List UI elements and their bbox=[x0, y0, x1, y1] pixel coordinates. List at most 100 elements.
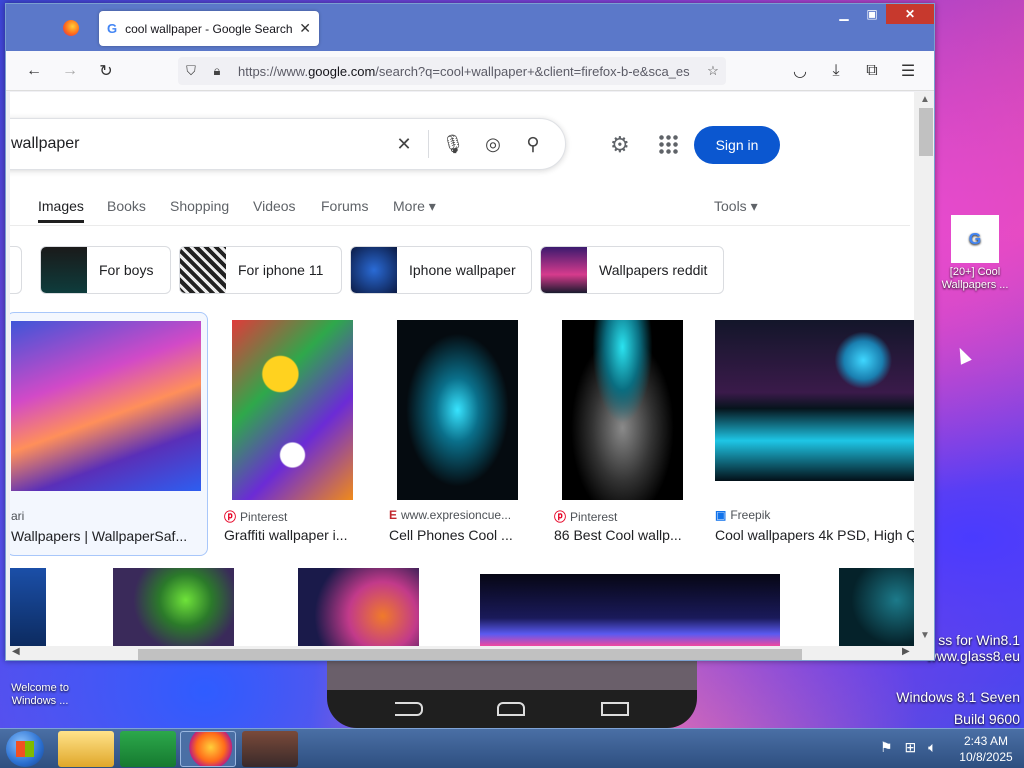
sign-in-button[interactable]: Sign in bbox=[694, 126, 780, 164]
clock[interactable]: 2:43 AM 10/8/2025 bbox=[954, 733, 1018, 765]
tab-bar: G cool wallpaper - Google Search ✕ ▁ ▣ ✕ bbox=[6, 4, 934, 51]
gear-icon[interactable]: ⚙ bbox=[610, 132, 630, 158]
result-source[interactable]: Ewww.expresioncue... bbox=[389, 508, 511, 522]
search-input[interactable]: wallpaper bbox=[11, 135, 384, 153]
tab-google-search[interactable]: G cool wallpaper - Google Search ✕ bbox=[99, 11, 319, 46]
url-text[interactable]: https://www.google.com/search?q=cool+wal… bbox=[230, 64, 700, 79]
nav-bar: ← → ↻ ⛉ 🔒︎ https://www.google.com/search… bbox=[6, 51, 934, 91]
lock-icon[interactable]: 🔒︎ bbox=[204, 63, 230, 79]
result-image[interactable] bbox=[113, 568, 234, 646]
pocket-icon[interactable]: ◡ bbox=[788, 59, 812, 83]
pinterest-icon: ⓟ bbox=[224, 510, 237, 524]
horizontal-scroll-thumb[interactable] bbox=[138, 649, 802, 660]
search-box[interactable]: wallpaper ✕ 🎙︎ ◎ ⚲ bbox=[10, 118, 566, 170]
result-source[interactable]: ⓟ Pinterest bbox=[224, 508, 287, 525]
scroll-left-icon[interactable]: ◀ bbox=[12, 646, 20, 657]
camera-search-icon[interactable]: ◎ bbox=[473, 134, 513, 155]
firefox-icon[interactable] bbox=[63, 20, 79, 36]
horizontal-scrollbar[interactable]: ◀ ▶ bbox=[6, 646, 934, 660]
pinterest-icon: ⓟ bbox=[554, 510, 567, 524]
network-icon[interactable]: ⊞ bbox=[904, 739, 916, 755]
result-caption[interactable]: Wallpapers | WallpaperSaf... bbox=[11, 528, 201, 544]
welcome-label: Welcome to Windows ... bbox=[11, 682, 69, 707]
clear-search-icon[interactable]: ✕ bbox=[384, 134, 424, 155]
result-image[interactable] bbox=[480, 574, 780, 646]
chip-for-boys[interactable]: For boys bbox=[40, 246, 171, 294]
welcome-shortcut[interactable]: Welcome to Windows ... bbox=[0, 682, 85, 708]
store-icon[interactable] bbox=[120, 731, 176, 767]
menu-icon[interactable]: ☰ bbox=[896, 59, 920, 83]
start-button[interactable] bbox=[6, 731, 44, 767]
url-bar[interactable]: ⛉ 🔒︎ https://www.google.com/search?q=coo… bbox=[178, 57, 726, 85]
chip-iphone-wallpaper[interactable]: Iphone wallpaper bbox=[350, 246, 532, 294]
chip-wallpapers-reddit[interactable]: Wallpapers reddit bbox=[540, 246, 724, 294]
desktop-shortcut[interactable]: G [20+] Cool Wallpapers ... bbox=[930, 215, 1020, 292]
home-nav-icon[interactable] bbox=[497, 702, 525, 716]
result-image[interactable] bbox=[10, 568, 46, 646]
chip-for-iphone-11[interactable]: For iphone 11 bbox=[179, 246, 342, 294]
tools-button[interactable]: Tools ▾ bbox=[714, 198, 758, 215]
result-image[interactable] bbox=[715, 320, 914, 481]
windows-logo-icon bbox=[16, 741, 34, 757]
image-result[interactable]: ari Wallpapers | WallpaperSaf... bbox=[10, 312, 208, 556]
flag-icon[interactable]: ⚑ bbox=[880, 739, 893, 755]
recents-nav-icon[interactable] bbox=[601, 702, 629, 716]
tab-more[interactable]: More ▾ bbox=[393, 198, 436, 215]
back-arrow-icon[interactable]: ← bbox=[22, 59, 46, 83]
back-nav-icon[interactable] bbox=[395, 702, 423, 716]
result-image[interactable] bbox=[839, 568, 914, 646]
close-window-button[interactable]: ✕ bbox=[886, 4, 934, 24]
extensions-icon[interactable]: ⧉ bbox=[860, 59, 884, 83]
tab-videos[interactable]: Videos bbox=[253, 198, 296, 214]
vertical-scroll-thumb[interactable] bbox=[919, 108, 933, 156]
result-caption[interactable]: 86 Best Cool wallp... bbox=[554, 527, 704, 543]
volume-muted-icon[interactable]: 🔈︎ bbox=[928, 739, 936, 755]
reload-icon[interactable]: ↻ bbox=[94, 59, 118, 83]
app-taskbar-icon[interactable] bbox=[242, 731, 298, 767]
result-image[interactable] bbox=[11, 321, 201, 491]
clock-date: 10/8/2025 bbox=[959, 750, 1013, 764]
microphone-icon[interactable]: 🎙︎ bbox=[433, 134, 473, 155]
shield-icon[interactable]: ⛉ bbox=[178, 63, 204, 79]
search-icon[interactable]: ⚲ bbox=[513, 134, 553, 155]
result-caption[interactable]: Cool wallpapers 4k PSD, High Q bbox=[715, 527, 914, 543]
firefox-taskbar-icon[interactable] bbox=[180, 731, 236, 767]
result-image[interactable] bbox=[298, 568, 419, 646]
bookmark-star-icon[interactable]: ☆ bbox=[700, 63, 726, 79]
scroll-right-icon[interactable]: ▶ bbox=[902, 646, 910, 657]
chip-thumbnail bbox=[41, 247, 87, 293]
chip-partial[interactable] bbox=[10, 246, 22, 294]
file-explorer-icon[interactable] bbox=[58, 731, 114, 767]
minimize-button[interactable]: ▁ bbox=[830, 4, 858, 24]
chip-thumbnail bbox=[180, 247, 226, 293]
result-source[interactable]: ▣ Freepik bbox=[715, 508, 770, 522]
scroll-down-icon[interactable]: ▼ bbox=[920, 630, 930, 641]
result-source[interactable]: ⓟ Pinterest bbox=[554, 508, 617, 525]
image-result[interactable]: Ewww.expresioncue... Cell Phones Cool ..… bbox=[389, 312, 539, 556]
image-result[interactable]: ⓟ Pinterest 86 Best Cool wallp... bbox=[554, 312, 704, 556]
watermark-line1: ss for Win8.1 bbox=[938, 632, 1020, 648]
result-caption[interactable]: Graffiti wallpaper i... bbox=[224, 527, 374, 543]
tab-books[interactable]: Books bbox=[107, 198, 146, 214]
watermark-line2: www.glass8.eu bbox=[926, 648, 1020, 664]
maximize-button[interactable]: ▣ bbox=[858, 4, 886, 24]
result-caption[interactable]: Cell Phones Cool ... bbox=[389, 527, 539, 543]
download-icon[interactable]: ⤓ bbox=[824, 59, 848, 83]
scroll-up-icon[interactable]: ▲ bbox=[920, 94, 930, 105]
image-result[interactable]: ⓟ Pinterest Graffiti wallpaper i... bbox=[224, 312, 374, 556]
apps-grid-icon[interactable] bbox=[658, 134, 678, 154]
forward-arrow-icon[interactable]: → bbox=[58, 59, 82, 83]
result-image[interactable] bbox=[397, 320, 518, 500]
tab-shopping[interactable]: Shopping bbox=[170, 198, 229, 214]
result-source[interactable]: ari bbox=[11, 509, 24, 523]
window-controls: ▁ ▣ ✕ bbox=[830, 4, 934, 24]
tab-forums[interactable]: Forums bbox=[321, 198, 368, 214]
result-image[interactable] bbox=[232, 320, 353, 500]
mouse-cursor-icon bbox=[954, 345, 972, 365]
tab-images[interactable]: Images bbox=[38, 198, 84, 223]
expresion-logo-icon: E bbox=[389, 508, 398, 522]
result-image[interactable] bbox=[562, 320, 683, 500]
image-result[interactable]: ▣ Freepik Cool wallpapers 4k PSD, High Q bbox=[714, 312, 914, 556]
close-tab-icon[interactable]: ✕ bbox=[299, 20, 311, 37]
vertical-scrollbar[interactable]: ▲ ▼ bbox=[914, 92, 934, 646]
